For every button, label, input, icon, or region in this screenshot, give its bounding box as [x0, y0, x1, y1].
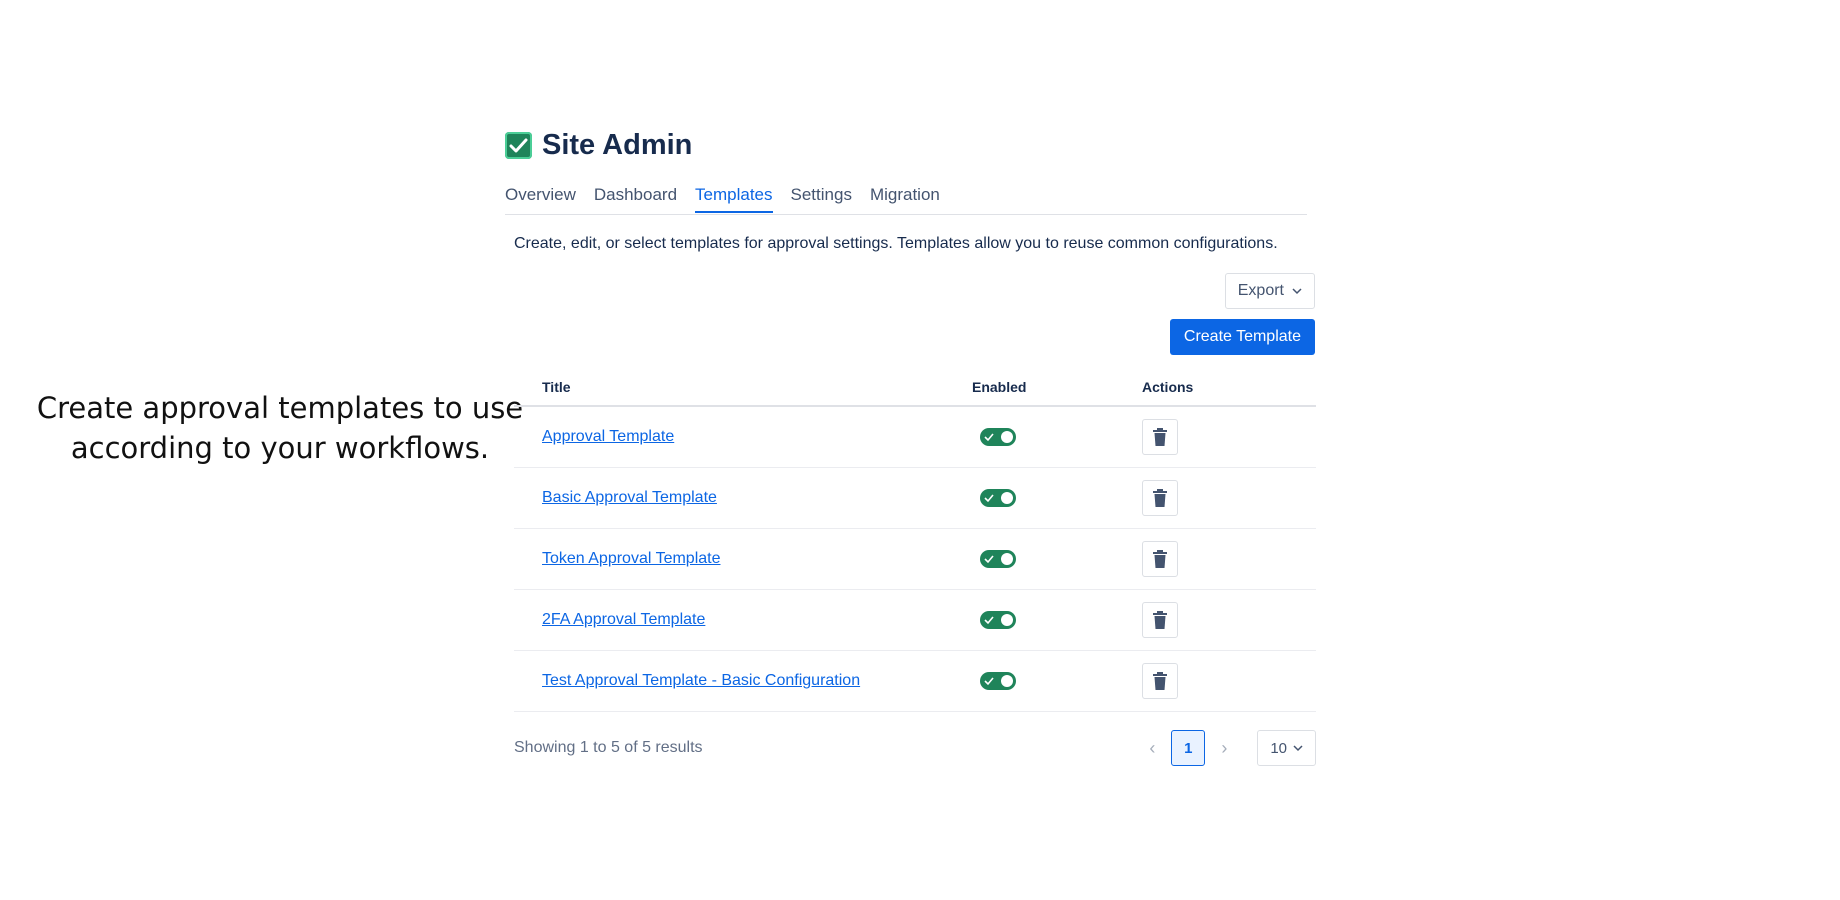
template-link[interactable]: Test Approval Template - Basic Configura… [542, 672, 860, 689]
check-icon [984, 433, 994, 442]
toggle-knob [1001, 431, 1013, 443]
enabled-toggle[interactable] [980, 550, 1016, 568]
column-header-title[interactable]: Title [514, 369, 972, 407]
table-footer: Showing 1 to 5 of 5 results ‹ 1 › 10 [514, 730, 1316, 766]
tab-bar: Overview Dashboard Templates Settings Mi… [505, 175, 1307, 215]
chevron-down-icon [1293, 745, 1303, 752]
chevron-left-icon[interactable]: ‹ [1139, 731, 1165, 765]
template-link[interactable]: Approval Template [542, 428, 674, 445]
results-count: Showing 1 to 5 of 5 results [514, 739, 703, 756]
table-row: Basic Approval Template [514, 467, 1316, 529]
table-row: Token Approval Template [514, 528, 1316, 590]
chevron-down-icon [1292, 288, 1302, 295]
delete-button[interactable] [1142, 480, 1178, 516]
pagination: ‹ 1 › 10 [1139, 730, 1316, 766]
column-header-actions: Actions [1142, 369, 1316, 407]
page-description: Create, edit, or select templates for ap… [514, 235, 1278, 252]
enabled-toggle[interactable] [980, 672, 1016, 690]
delete-button[interactable] [1142, 602, 1178, 638]
table-row: Test Approval Template - Basic Configura… [514, 650, 1316, 712]
enabled-toggle[interactable] [980, 489, 1016, 507]
template-link[interactable]: Basic Approval Template [542, 489, 717, 506]
toggle-knob [1001, 492, 1013, 504]
toolbar: Export Create Template [505, 261, 1315, 357]
page-size-value: 10 [1270, 739, 1287, 757]
page-size-select[interactable]: 10 [1257, 730, 1316, 766]
check-icon [984, 494, 994, 503]
page-button-current[interactable]: 1 [1171, 730, 1206, 766]
caption-line-1: Create approval templates to use [36, 391, 524, 425]
template-link[interactable]: Token Approval Template [542, 550, 720, 567]
template-link[interactable]: 2FA Approval Template [542, 611, 705, 628]
page-title: Site Admin [542, 128, 693, 161]
page-header: Site Admin [505, 125, 1315, 165]
enabled-toggle[interactable] [980, 611, 1016, 629]
toggle-knob [1001, 614, 1013, 626]
table-header-row: Title Enabled Actions [514, 369, 1316, 407]
export-label: Export [1237, 282, 1284, 299]
check-icon [984, 677, 994, 686]
trash-icon [1153, 428, 1167, 446]
trash-icon [1153, 611, 1167, 629]
check-icon [984, 555, 994, 564]
delete-button[interactable] [1142, 419, 1178, 455]
create-template-button[interactable]: Create Template [1169, 319, 1315, 355]
toggle-knob [1001, 553, 1013, 565]
trash-icon [1153, 489, 1167, 507]
tab-migration[interactable]: Migration [870, 175, 940, 214]
marketing-caption: Create approval templates to use accordi… [20, 388, 540, 468]
trash-icon [1153, 550, 1167, 568]
chevron-right-icon[interactable]: › [1211, 731, 1237, 765]
table-row: 2FA Approval Template [514, 589, 1316, 651]
check-icon [984, 616, 994, 625]
trash-icon [1153, 672, 1167, 690]
tab-dashboard[interactable]: Dashboard [594, 175, 677, 214]
delete-button[interactable] [1142, 541, 1178, 577]
delete-button[interactable] [1142, 663, 1178, 699]
table-row: Approval Template [514, 406, 1316, 468]
templates-table: Title Enabled Actions Approval Template [514, 369, 1316, 712]
tab-overview[interactable]: Overview [505, 175, 576, 214]
toggle-knob [1001, 675, 1013, 687]
site-admin-panel: Site Admin Overview Dashboard Templates … [505, 125, 1316, 766]
column-header-enabled[interactable]: Enabled [972, 369, 1142, 407]
export-button[interactable]: Export [1224, 273, 1315, 309]
tab-templates[interactable]: Templates [695, 175, 773, 213]
caption-line-2: according to your workflows. [70, 431, 490, 465]
enabled-toggle[interactable] [980, 428, 1016, 446]
tab-settings[interactable]: Settings [791, 175, 852, 214]
checkbox-checked-icon [505, 131, 532, 159]
